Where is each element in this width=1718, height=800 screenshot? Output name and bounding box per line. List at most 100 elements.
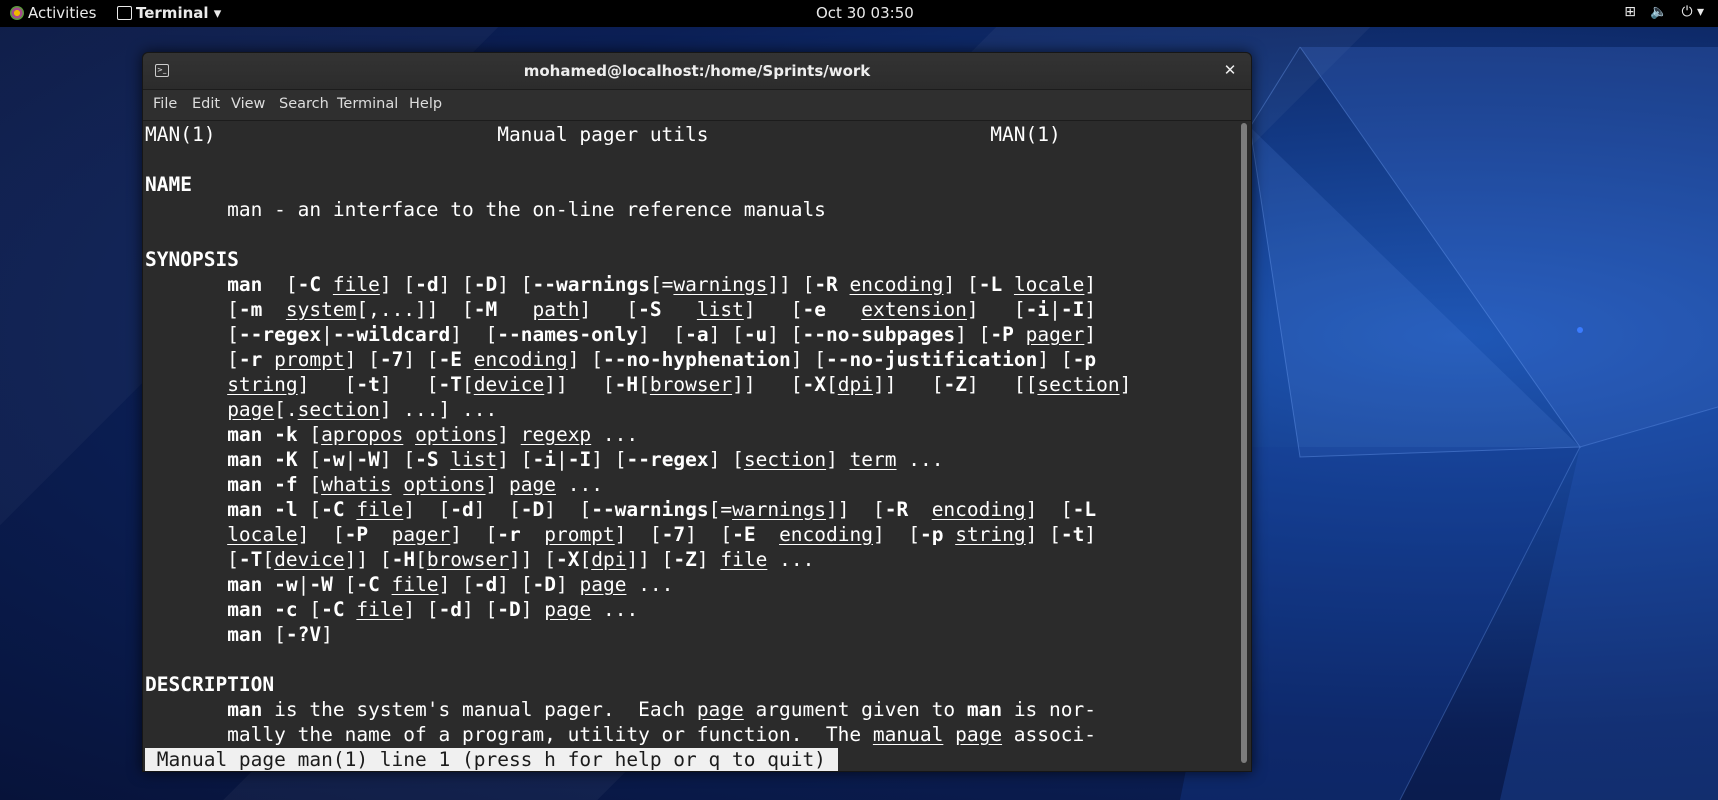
terminal-text: -S [638, 298, 662, 321]
terminal-text: warnings [673, 273, 768, 296]
terminal-text: man [227, 273, 263, 296]
terminal-text: -S [415, 448, 439, 471]
terminal-text: [ [297, 473, 322, 496]
terminal-text: ] [ [567, 348, 603, 371]
terminal-text: [ [262, 273, 298, 296]
terminal-text: mally the name of a program, utility or … [145, 723, 873, 746]
terminal-text: -d [450, 498, 474, 521]
terminal-text: -d [438, 598, 463, 621]
menu-file[interactable]: File [153, 96, 177, 112]
terminal-line: man -K [-w|-W] [-S list] [-i|-I] [--rege… [145, 447, 943, 472]
terminal-text: [. [274, 398, 298, 421]
terminal-text: man [227, 623, 263, 646]
terminal-text: ] [485, 473, 509, 496]
terminal-text: -Z [943, 373, 967, 396]
terminal-text: ] [556, 573, 580, 596]
terminal-text: [ [826, 373, 838, 396]
network-icon[interactable]: ⊞ [1624, 4, 1636, 20]
terminal-text: ] [ [1025, 523, 1061, 546]
terminal-text: [ [297, 448, 322, 471]
terminal-text: ] [520, 598, 545, 621]
terminal-text: -p [919, 523, 944, 546]
terminal-text: argument given to [743, 698, 967, 721]
terminal-text: ] [1084, 523, 1097, 546]
terminal-text: -H [391, 548, 416, 571]
terminal-text: ] [ [297, 523, 345, 546]
terminal-line: man - an interface to the on-line refere… [145, 197, 826, 222]
menu-view[interactable]: View [231, 96, 265, 112]
terminal-text: -H [614, 373, 639, 396]
terminal-text: file [356, 498, 404, 521]
volume-icon[interactable]: 🔈 [1650, 4, 1667, 20]
scrollbar[interactable] [1241, 123, 1247, 763]
terminal-line: string] [-t] [-T[device]] [-H[browser]] … [145, 372, 1131, 397]
menu-terminal[interactable]: Terminal [337, 96, 398, 112]
terminal-text: ] [ [1037, 348, 1073, 371]
terminal-text: file [391, 573, 439, 596]
terminal-line: man -f [whatis options] page ... [145, 472, 603, 497]
terminal-text: -C [321, 598, 345, 621]
terminal-text: [ [462, 373, 474, 396]
terminal-text: options [403, 473, 486, 496]
terminal-text: ] [ [708, 323, 744, 346]
terminal-text: ]] [ [767, 273, 815, 296]
menu-search[interactable]: Search [279, 96, 329, 112]
terminal-text: -d [415, 273, 439, 296]
activities-button[interactable]: Activities [28, 4, 96, 22]
terminal-text: device [274, 548, 345, 571]
menu-help[interactable]: Help [409, 96, 442, 112]
terminal-text: ] [ [438, 573, 474, 596]
window-titlebar[interactable]: >_ mohamed@localhost:/home/Sprints/work … [143, 53, 1251, 90]
terminal-text: ] [ [450, 523, 498, 546]
terminal-text: ] [ [614, 523, 662, 546]
terminal-text: -D [520, 498, 545, 521]
terminal-text: [ [145, 298, 239, 321]
terminal-text: ... [555, 473, 603, 496]
terminal-text: -C [297, 273, 322, 296]
terminal-text: ]] [ [509, 548, 556, 571]
terminal-text: -P [344, 523, 369, 546]
terminal-text: device [473, 373, 545, 396]
terminal-text: -m [238, 298, 263, 321]
close-button[interactable]: ✕ [1219, 59, 1241, 81]
menu-edit[interactable]: Edit [192, 96, 220, 112]
terminal-text: -X [555, 548, 580, 571]
terminal-text: man - an interface to the on-line refere… [145, 198, 826, 221]
menu-bar: File Edit View Search Terminal Help [143, 90, 1251, 121]
terminal-text: is the system's manual pager. Each [262, 698, 697, 721]
terminal-text: -R [884, 498, 909, 521]
terminal-text: -I [567, 448, 592, 471]
terminal-text: ] [ [708, 448, 744, 471]
terminal-text: man [227, 698, 263, 721]
terminal-text: -C [356, 573, 380, 596]
system-tray[interactable]: ⊞ 🔈 ⏻ ▾ [1624, 4, 1704, 20]
terminal-line: [-r prompt] [-7] [-E encoding] [--no-hyp… [145, 347, 1096, 372]
terminal-text: apropos [321, 423, 404, 446]
terminal-text: | [1049, 298, 1061, 321]
app-menu-button[interactable]: Terminal ▾ [136, 4, 221, 22]
terminal-text: -i [532, 448, 556, 471]
terminal-text: ] [ [473, 498, 521, 521]
terminal-text: -d [473, 573, 498, 596]
terminal-text: -7 [379, 348, 404, 371]
terminal-text: -7 [661, 523, 686, 546]
terminal-text: ] [ [966, 298, 1026, 321]
terminal-text: encoding [779, 523, 873, 546]
terminal-text: [ [145, 323, 239, 346]
terminal-text: ]] [ [344, 548, 392, 571]
power-icon[interactable]: ⏻ ▾ [1681, 4, 1704, 20]
terminal-text: [= [649, 273, 674, 296]
clock[interactable]: Oct 30 03:50 [816, 4, 914, 22]
terminal-output[interactable]: MAN(1) Manual pager utils MAN(1) NAME man… [143, 121, 1238, 771]
terminal-text: ] [1119, 373, 1132, 396]
